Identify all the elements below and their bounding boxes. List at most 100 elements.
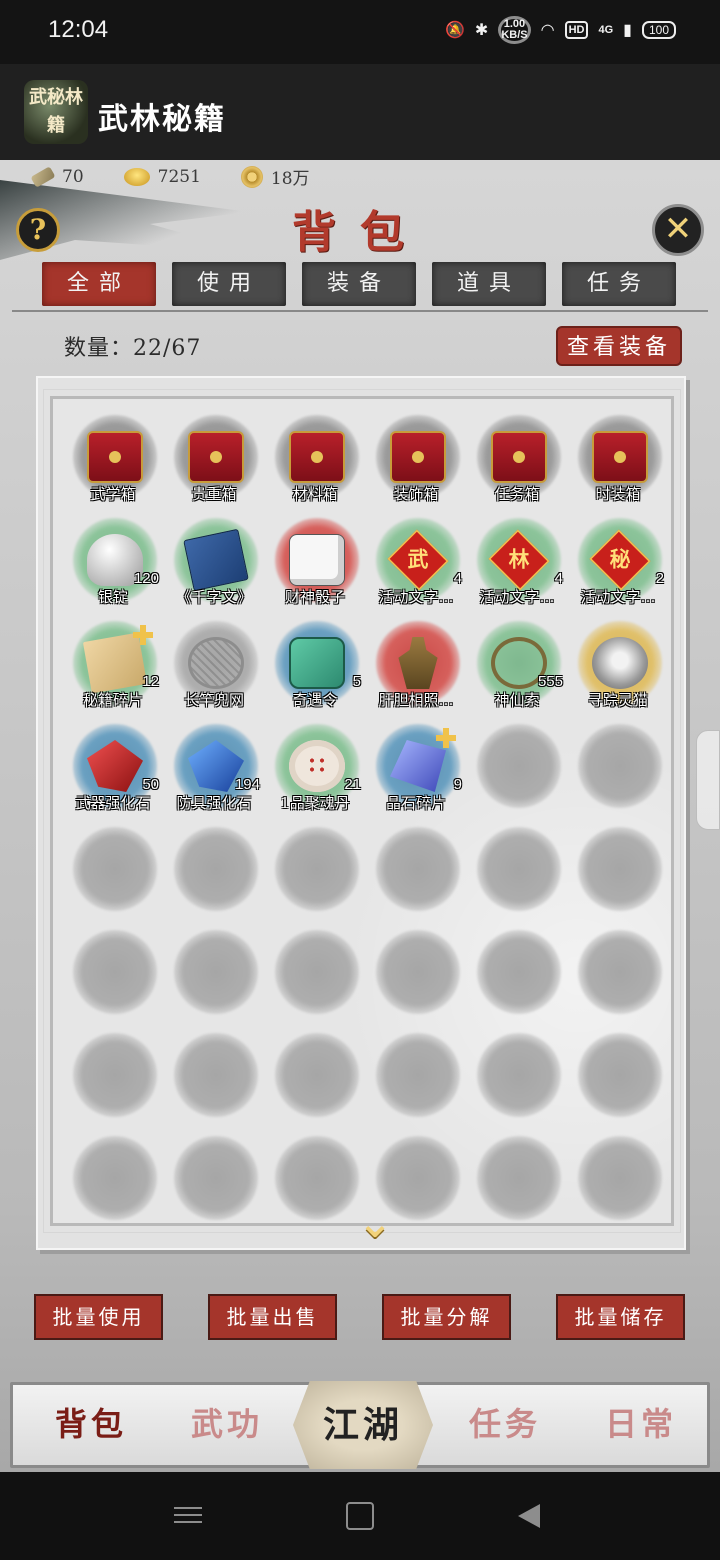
inventory-slot[interactable]: 武 4 活动文字… [370,518,462,621]
empty-inventory-slot[interactable] [572,930,664,1033]
inventory-slot[interactable]: 财神骰子 [269,518,361,621]
back-icon[interactable] [518,1504,540,1528]
wifi-icon: ◠ [540,22,555,39]
empty-inventory-slot[interactable] [67,1033,159,1136]
status-time: 12:04 [48,16,109,43]
inventory-slot[interactable]: 长竿兜网 [168,621,260,724]
empty-inventory-slot[interactable] [168,1136,260,1239]
nav-martial-arts[interactable]: 武功 [191,1399,263,1445]
inventory-slot[interactable]: 555 神仙索 [471,621,563,724]
chest-icon [592,431,648,483]
empty-inventory-slot[interactable] [168,1033,260,1136]
inventory-grid: 武学箱 贵重箱 材料箱 装饰箱 任务箱 时装箱 120 银锭 《千字文》 财神骰子武 4 活动文字… 林… [67,415,664,1239]
empty-inventory-slot[interactable] [471,1033,563,1136]
inventory-slot[interactable]: 秘 2 活动文字… [572,518,664,621]
item-quantity: 120 [133,570,159,587]
batch-sell-button[interactable]: 批量出售 [208,1294,337,1340]
nav-jianghu[interactable]: 江湖 [293,1381,433,1469]
inventory-slot[interactable]: 9 晶石碎片 [370,724,462,827]
inventory-slot[interactable]: 12 秘籍碎片 [67,621,159,724]
item-name: 长竿兜网 [183,691,244,709]
tab-quest[interactable]: 任务 [562,262,676,306]
empty-inventory-slot[interactable] [572,1033,664,1136]
inventory-slot[interactable]: 《千字文》 [168,518,260,621]
recents-icon[interactable] [174,1502,202,1530]
nav-quests[interactable]: 任务 [469,1399,541,1445]
inventory-slot[interactable]: 时装箱 [572,415,664,518]
inventory-slot[interactable]: 贵重箱 [168,415,260,518]
empty-inventory-slot[interactable] [370,930,462,1033]
chest-icon [289,431,345,483]
net-speed: 1.00 KB/S [498,16,531,44]
batch-store-button[interactable]: 批量储存 [556,1294,685,1340]
nav-daily[interactable]: 日常 [605,1399,677,1445]
currency-gold: 7251 [123,164,201,189]
item-glyph: 秘 [609,547,631,572]
empty-inventory-slot[interactable] [471,724,563,827]
empty-inventory-slot[interactable] [67,1136,159,1239]
tab-all[interactable]: 全部 [42,262,156,306]
tab-use[interactable]: 使用 [172,262,286,306]
mute-bell-icon: 🔕 [445,22,465,39]
inventory-slot[interactable]: 材料箱 [269,415,361,518]
item-quantity: 4 [554,570,563,587]
empty-inventory-slot[interactable] [269,930,361,1033]
scroll-fragment-icon [82,632,148,694]
empty-inventory-slot[interactable] [370,1033,462,1136]
slot-background [73,1136,157,1220]
inventory-slot[interactable]: 5 奇遇令 [269,621,361,724]
item-name: 武学箱 [90,485,136,503]
tab-divider [12,310,708,312]
item-quantity: 4 [453,570,462,587]
cat-icon [592,637,648,689]
inventory-slot[interactable]: 21 1品聚魂丹 [269,724,361,827]
view-equipment-button[interactable]: 查看装备 [556,326,682,366]
close-button[interactable]: ✕ [652,204,704,256]
item-name: 活动文字… [580,588,656,606]
slot-background [275,1033,359,1117]
slot-background [376,930,460,1014]
empty-inventory-slot[interactable] [168,827,260,930]
inventory-slot[interactable]: 武学箱 [67,415,159,518]
slot-background [578,827,662,911]
tab-equipment[interactable]: 装备 [302,262,416,306]
inventory-slot[interactable]: 194 防具强化石 [168,724,260,827]
status-bar: 12:04 🔕 ✱ 1.00 KB/S ◠ HD 4G ▮ 100 [0,0,720,64]
side-drawer-handle[interactable] [696,730,720,830]
scroll-down-chevron-icon[interactable]: ⌄ [345,1201,405,1245]
empty-inventory-slot[interactable] [572,1136,664,1239]
inventory-slot[interactable]: 装饰箱 [370,415,462,518]
empty-inventory-slot[interactable] [168,930,260,1033]
app-icon[interactable]: 武秘林籍 [24,80,88,144]
inventory-slot[interactable]: 林 4 活动文字… [471,518,563,621]
nav-bag[interactable]: 背包 [44,1399,142,1445]
item-name: 贵重箱 [191,485,237,503]
item-name: 活动文字… [479,588,555,606]
empty-inventory-slot[interactable] [269,827,361,930]
empty-inventory-slot[interactable] [471,930,563,1033]
empty-inventory-slot[interactable] [67,827,159,930]
empty-inventory-slot[interactable] [572,724,664,827]
inventory-slot[interactable]: 寻踪灵猫 [572,621,664,724]
tab-props[interactable]: 道具 [432,262,546,306]
item-name: 《千字文》 [176,588,252,606]
game-screen: 70 7251 18万 ? 背包 ✕ 全部 使用 装备 道具 任务 数量：22/… [0,160,720,1472]
page-title: 背包 [292,207,428,258]
home-icon[interactable] [346,1502,374,1530]
slot-background [578,1136,662,1220]
inventory-slot[interactable]: 120 银锭 [67,518,159,621]
empty-inventory-slot[interactable] [370,827,462,930]
inventory-slot[interactable]: 肝胆相照… [370,621,462,724]
empty-inventory-slot[interactable] [572,827,664,930]
inventory-slot[interactable]: 50 武器强化石 [67,724,159,827]
inventory-slot[interactable]: 任务箱 [471,415,563,518]
item-name: 秘籍碎片 [82,691,143,709]
scroll-currency-value: 70 [62,166,84,187]
empty-inventory-slot[interactable] [269,1033,361,1136]
batch-decompose-button[interactable]: 批量分解 [382,1294,511,1340]
empty-inventory-slot[interactable] [471,1136,563,1239]
empty-inventory-slot[interactable] [471,827,563,930]
batch-use-button[interactable]: 批量使用 [34,1294,163,1340]
slot-background [174,827,258,911]
empty-inventory-slot[interactable] [67,930,159,1033]
